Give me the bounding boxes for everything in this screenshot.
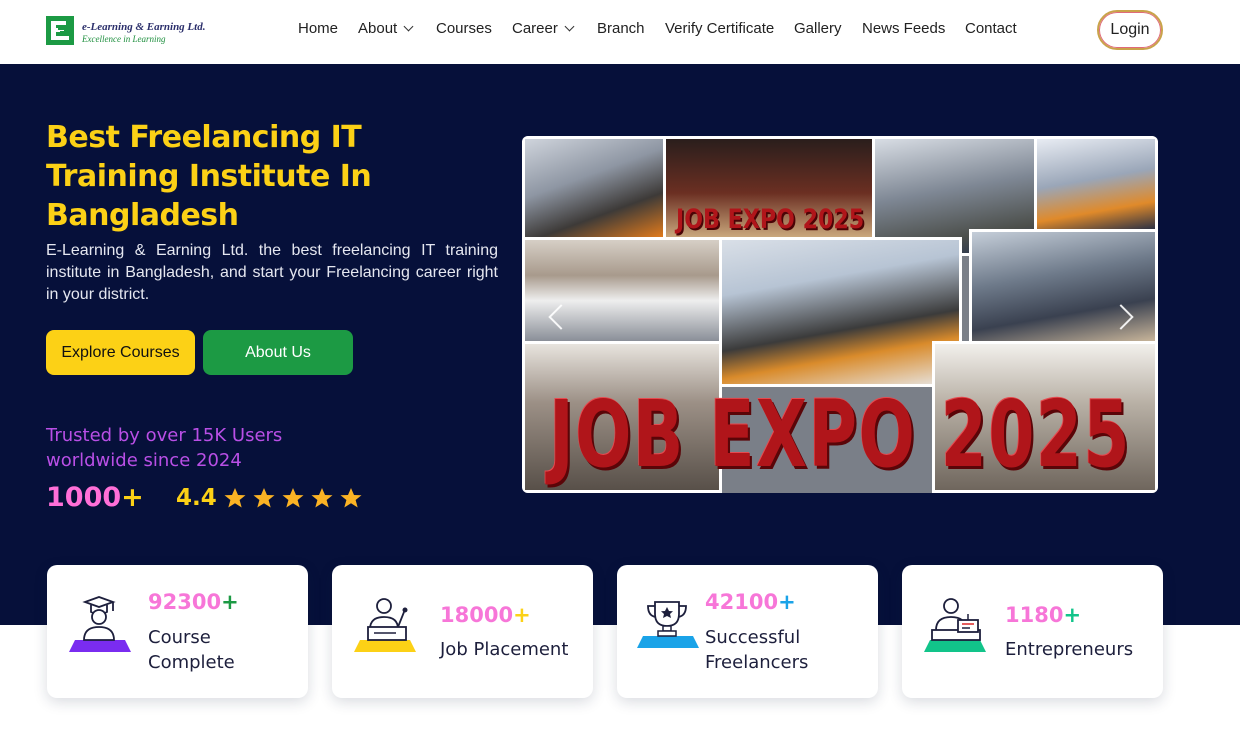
nav-verify-certificate-label: Verify Certificate xyxy=(665,20,775,37)
stat-value: 1180+ xyxy=(1005,603,1081,627)
nav-about[interactable]: About xyxy=(358,20,414,37)
stat-suffix: + xyxy=(513,603,531,627)
navbar: e-Learning & Earning Ltd. Excellence in … xyxy=(0,0,1240,64)
nav-news-feeds[interactable]: News Feeds xyxy=(862,20,945,37)
nav-about-label: About xyxy=(358,20,398,37)
graduate-icon xyxy=(69,596,131,652)
stat-value: 18000+ xyxy=(440,603,531,627)
nav-courses[interactable]: Courses xyxy=(436,20,492,37)
stat-number: 92300 xyxy=(148,590,222,614)
speaker-podium-icon xyxy=(354,598,416,652)
hero-carousel[interactable]: JOB EXPO 2025 JOB EXPO 2025 xyxy=(522,136,1158,493)
nav-news-feeds-label: News Feeds xyxy=(862,20,946,37)
nav-gallery-label: Gallery xyxy=(794,20,842,37)
nav-contact[interactable]: Contact xyxy=(965,20,1017,37)
stat-label: Course Complete xyxy=(148,627,235,673)
nav-home-label: Home xyxy=(298,20,339,37)
nav-gallery[interactable]: Gallery xyxy=(794,20,842,37)
login-button[interactable]: Login xyxy=(1097,10,1163,50)
about-us-button[interactable]: About Us xyxy=(203,330,353,375)
carousel-small-banner: JOB EXPO 2025 xyxy=(676,204,865,235)
rating: 4.4 xyxy=(176,485,363,511)
stat-label: Successful Freelancers xyxy=(705,627,809,673)
stat-value: 42100+ xyxy=(705,590,796,614)
hero-section: Best Freelancing IT Training Institute I… xyxy=(0,64,1240,625)
star-icon xyxy=(340,488,362,508)
nav-branch-label: Branch xyxy=(597,20,645,37)
stat-card-courses: 92300+ Course Complete xyxy=(47,565,308,698)
hero-description: E-Learning & Earning Ltd. the best freel… xyxy=(46,242,498,303)
logo-tagline: Excellence in Learning xyxy=(82,34,166,44)
star-icon xyxy=(253,488,275,508)
stat-number: 42100 xyxy=(705,590,779,614)
carousel-photo xyxy=(522,237,722,344)
stat-card-freelancers: 42100+ Successful Freelancers xyxy=(617,565,878,698)
carousel-banner: JOB EXPO 2025 xyxy=(549,381,1131,488)
chevron-down-icon xyxy=(564,21,575,32)
nav-branch[interactable]: Branch xyxy=(597,20,645,37)
stat-suffix: + xyxy=(221,590,239,614)
nav-home[interactable]: Home xyxy=(298,20,338,37)
entrepreneur-desk-icon xyxy=(924,598,986,652)
nav-verify-certificate[interactable]: Verify Certificate xyxy=(665,20,774,37)
trophy-icon xyxy=(637,601,699,648)
stat-number: 18000 xyxy=(440,603,514,627)
hero-title: Best Freelancing IT Training Institute I… xyxy=(46,120,372,233)
stat-card-placement: 18000+ Job Placement xyxy=(332,565,593,698)
users-suffix: + xyxy=(121,482,144,513)
trust-text: Trusted by over 15K Users worldwide sinc… xyxy=(46,425,283,471)
stat-card-entrepreneurs: 1180+ Entrepreneurs xyxy=(902,565,1163,698)
nav-courses-label: Courses xyxy=(436,20,492,37)
page: e-Learning & Earning Ltd. Excellence in … xyxy=(0,0,1240,754)
nav-contact-label: Contact xyxy=(965,20,1017,37)
users-value: 1000 xyxy=(46,482,122,513)
carousel-photo xyxy=(1034,136,1158,232)
stat-value: 92300+ xyxy=(148,590,239,614)
stat-suffix: + xyxy=(1063,603,1082,627)
star-icon xyxy=(311,488,333,508)
stat-label: Entrepreneurs xyxy=(1005,639,1134,660)
chevron-down-icon xyxy=(403,21,414,32)
carousel-photo xyxy=(969,229,1158,344)
stat-suffix: + xyxy=(778,590,796,614)
rating-stars xyxy=(223,486,363,510)
star-icon xyxy=(282,488,304,508)
logo-title: e-Learning & Earning Ltd. xyxy=(82,21,206,33)
carousel-photo xyxy=(522,136,666,240)
star-icon xyxy=(224,488,246,508)
rating-value: 4.4 xyxy=(176,485,217,511)
carousel-photo xyxy=(719,237,962,387)
stat-label: Job Placement xyxy=(440,639,569,660)
users-count: 1000+ xyxy=(46,482,144,513)
nav-career-label: Career xyxy=(512,20,558,37)
nav-career[interactable]: Career xyxy=(512,20,575,37)
logo-mark-icon xyxy=(46,16,74,45)
stat-number: 1180 xyxy=(1005,603,1064,627)
logo[interactable]: e-Learning & Earning Ltd. Excellence in … xyxy=(46,16,216,48)
explore-courses-button[interactable]: Explore Courses xyxy=(46,330,195,375)
